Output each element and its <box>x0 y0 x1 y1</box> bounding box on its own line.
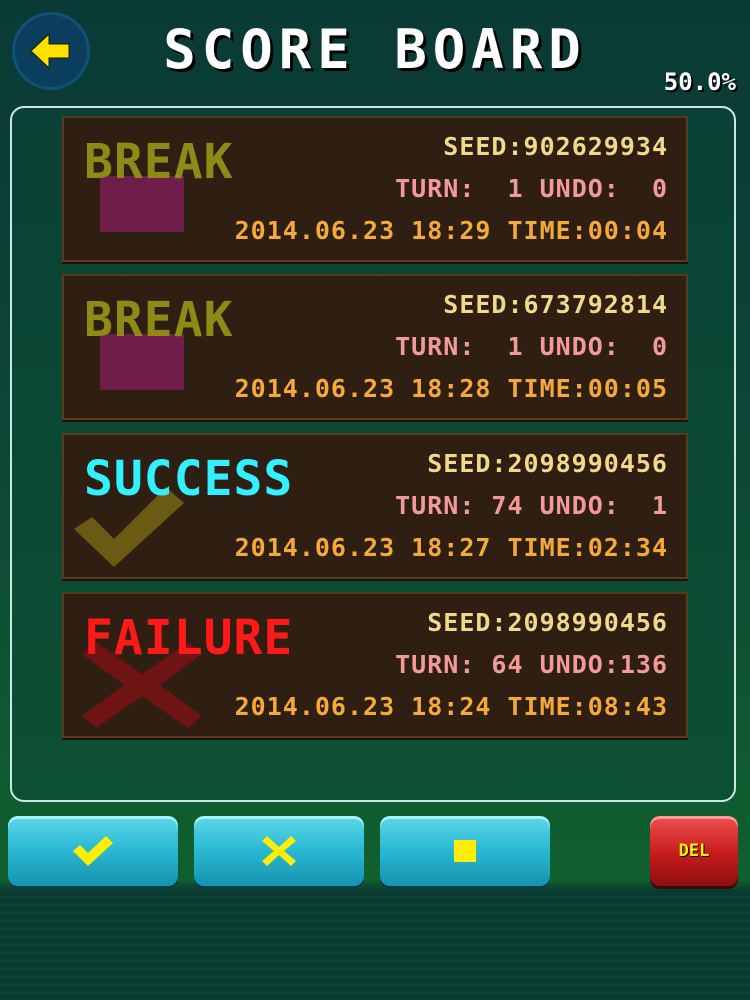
progress-percent: 50.0% <box>663 68 736 96</box>
record-date-time: 2014.06.23 18:29 TIME:00:04 <box>234 216 668 245</box>
failure-filter-button[interactable] <box>194 816 364 886</box>
record-status: SUCCESS <box>84 451 294 507</box>
record-date-time: 2014.06.23 18:28 TIME:00:05 <box>234 374 668 403</box>
record-seed: SEED:673792814 <box>443 290 668 319</box>
record-status: BREAK <box>84 292 234 348</box>
delete-button[interactable]: DEL <box>650 816 738 886</box>
record-date-time: 2014.06.23 18:24 TIME:08:43 <box>234 692 668 721</box>
record-seed: SEED:2098990456 <box>427 608 668 637</box>
record-seed: SEED:2098990456 <box>427 449 668 478</box>
cross-icon <box>262 836 296 866</box>
break-filter-button[interactable] <box>380 816 550 886</box>
score-record[interactable]: BREAK SEED:673792814 TURN: 1 UNDO: 0 201… <box>62 274 688 420</box>
check-icon <box>73 836 113 866</box>
record-turn-undo: TURN: 64 UNDO:136 <box>395 650 668 679</box>
score-record[interactable]: SUCCESS SEED:2098990456 TURN: 74 UNDO: 1… <box>62 433 688 579</box>
record-turn-undo: TURN: 1 UNDO: 0 <box>395 332 668 361</box>
record-turn-undo: TURN: 1 UNDO: 0 <box>395 174 668 203</box>
record-turn-undo: TURN: 74 UNDO: 1 <box>395 491 668 520</box>
record-date-time: 2014.06.23 18:27 TIME:02:34 <box>234 533 668 562</box>
page-title: SCORE BOARD <box>163 18 587 81</box>
score-record[interactable]: FAILURE SEED:2098990456 TURN: 64 UNDO:13… <box>62 592 688 738</box>
score-record[interactable]: BREAK SEED:902629934 TURN: 1 UNDO: 0 201… <box>62 116 688 262</box>
record-status: BREAK <box>84 134 234 190</box>
bottom-strip <box>0 890 750 1000</box>
record-status: FAILURE <box>84 610 294 666</box>
square-icon <box>454 840 476 862</box>
success-filter-button[interactable] <box>8 816 178 886</box>
record-seed: SEED:902629934 <box>443 132 668 161</box>
